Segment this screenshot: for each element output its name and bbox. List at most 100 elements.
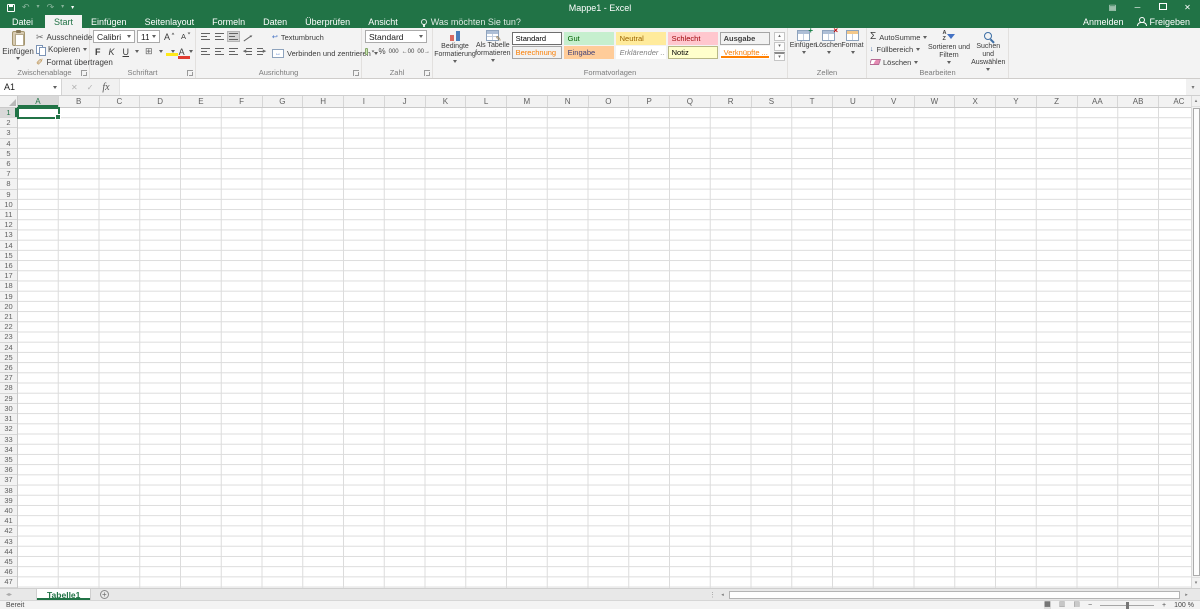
row-header-6[interactable]: 6 [0,159,17,170]
row-header-41[interactable]: 41 [0,516,17,527]
underline-button[interactable]: U [121,47,132,57]
grow-font-button[interactable]: A [162,32,177,42]
name-box[interactable]: A1 [0,79,62,95]
menu-tab-seitenlayout[interactable]: Seitenlayout [136,15,204,28]
column-header-n[interactable]: N [548,96,589,107]
column-header-e[interactable]: E [181,96,222,107]
column-header-q[interactable]: Q [670,96,711,107]
normal-view-icon[interactable]: ▦ [1044,601,1051,609]
zoom-slider[interactable] [1100,601,1155,609]
align-right-button[interactable] [227,46,240,57]
paste-dropdown-icon[interactable] [16,57,20,60]
row-header-18[interactable]: 18 [0,281,17,292]
restore-button[interactable] [1150,0,1175,15]
cell-style-2[interactable]: Gut [563,32,614,45]
insert-cells-button[interactable]: Einfügen [790,26,817,54]
row-header-13[interactable]: 13 [0,230,17,241]
number-dialog-launcher[interactable] [424,70,430,76]
enter-check-icon[interactable]: ✓ [87,83,94,92]
font-size-select[interactable]: 11 [136,30,160,43]
column-header-u[interactable]: U [833,96,874,107]
font-dialog-launcher[interactable] [187,70,193,76]
cell-style-6[interactable]: Berechnung [511,46,562,59]
decrease-indent-button[interactable]: ◂ [241,46,254,57]
gallery-more-icon[interactable]: ▾ [774,52,785,61]
cell-style-9[interactable]: Notiz [667,46,718,59]
scroll-up-icon[interactable]: ▴ [1192,96,1200,107]
format-as-table-button[interactable]: Als Tabelle formatieren [474,30,512,63]
new-sheet-button[interactable]: + [91,589,117,600]
zoom-level[interactable]: 100 % [1174,602,1194,609]
row-header-30[interactable]: 30 [0,404,17,415]
cell-style-8[interactable]: Erklärender ... [615,46,666,59]
cell-style-10[interactable]: Verknüpfte ... [719,46,770,59]
number-format-select[interactable]: Standard [365,30,427,43]
row-header-2[interactable]: 2 [0,118,17,129]
vertical-scrollbar[interactable]: ▴ ▾ [1191,96,1200,588]
cell-style-5[interactable]: Ausgabe [719,32,770,45]
column-header-w[interactable]: W [915,96,956,107]
row-header-23[interactable]: 23 [0,332,17,343]
page-layout-view-icon[interactable]: ▥ [1059,601,1066,609]
font-color-dropdown-icon[interactable] [188,50,193,53]
column-header-r[interactable]: R [711,96,752,107]
row-header-22[interactable]: 22 [0,322,17,333]
undo-icon[interactable]: ↶ [22,3,30,12]
redo-dropdown-icon[interactable]: ▾ [61,3,64,12]
orientation-button[interactable] [241,31,254,42]
row-header-36[interactable]: 36 [0,465,17,476]
column-header-s[interactable]: S [752,96,793,107]
increase-indent-button[interactable]: ▸ [255,46,268,57]
align-middle-button[interactable] [213,31,226,42]
grid-cells[interactable] [17,107,1200,588]
cancel-icon[interactable]: ✕ [71,83,78,92]
menu-tab-daten[interactable]: Daten [254,15,296,28]
menu-tab-ansicht[interactable]: Ansicht [359,15,407,28]
row-header-47[interactable]: 47 [0,577,17,588]
column-header-f[interactable]: F [222,96,263,107]
row-header-3[interactable]: 3 [0,128,17,139]
row-header-46[interactable]: 46 [0,567,17,578]
column-header-l[interactable]: L [466,96,507,107]
copy-dropdown-icon[interactable] [83,48,88,52]
row-header-44[interactable]: 44 [0,547,17,557]
undo-dropdown-icon[interactable]: ▾ [37,3,40,12]
row-header-38[interactable]: 38 [0,486,17,496]
increase-decimal-button[interactable]: ←00 [402,49,415,55]
row-header-21[interactable]: 21 [0,312,17,323]
formula-input[interactable] [118,79,1186,95]
column-header-z[interactable]: Z [1037,96,1078,107]
align-center-button[interactable] [213,46,226,57]
menu-tab-überprüfen[interactable]: Überprüfen [296,15,359,28]
row-header-34[interactable]: 34 [0,445,17,455]
column-header-i[interactable]: I [344,96,385,107]
borders-button[interactable]: ⊞ [143,46,155,57]
fill-dropdown-icon[interactable] [916,48,921,52]
scroll-right-icon[interactable]: ▸ [1182,591,1191,600]
clipboard-dialog-launcher[interactable] [81,70,87,76]
paste-button[interactable]: Einfügen [2,30,34,69]
insert-function-icon[interactable]: fx [102,82,109,93]
underline-dropdown-icon[interactable] [135,50,140,53]
row-header-35[interactable]: 35 [0,455,17,466]
select-all-corner[interactable] [0,96,18,108]
column-header-ab[interactable]: AB [1118,96,1159,107]
column-header-v[interactable]: V [874,96,915,107]
cell-style-7[interactable]: Eingabe [563,46,614,59]
row-header-7[interactable]: 7 [0,169,17,180]
alignment-dialog-launcher[interactable] [353,70,359,76]
row-header-17[interactable]: 17 [0,271,17,282]
sheet-tab-tabelle1[interactable]: Tabelle1 [36,589,92,600]
accounting-format-button[interactable] [365,48,369,55]
row-header-33[interactable]: 33 [0,435,17,445]
column-header-j[interactable]: J [385,96,426,107]
column-header-g[interactable]: G [263,96,304,107]
accounting-dropdown-icon[interactable] [372,50,375,53]
align-bottom-button[interactable] [227,31,240,42]
find-select-button[interactable]: Suchen und Auswählen [970,30,1006,71]
shrink-font-button[interactable]: A [179,32,193,41]
column-header-h[interactable]: H [303,96,344,107]
format-cells-button[interactable]: Format [841,30,864,54]
font-color-button[interactable]: A [177,47,190,59]
menu-tab-formeln[interactable]: Formeln [203,15,254,28]
